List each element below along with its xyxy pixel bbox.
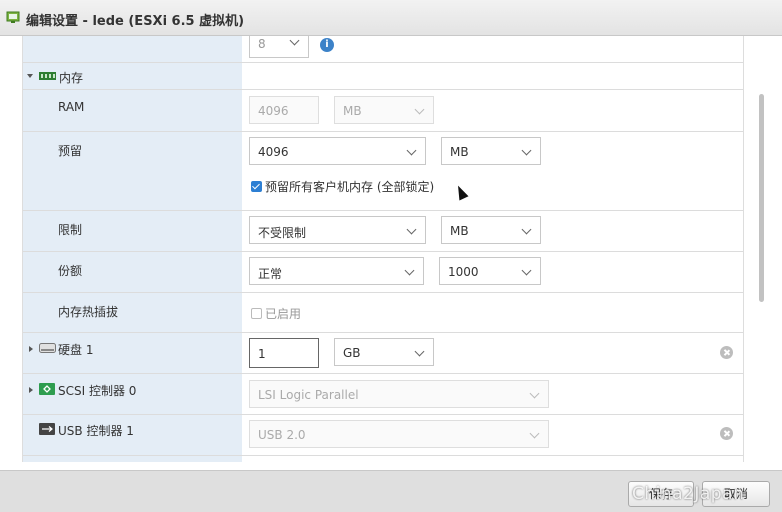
dialog-titlebar: 编辑设置 - lede (ESXi 6.5 虚拟机)	[0, 0, 782, 36]
chevron-down-icon	[406, 224, 417, 235]
ram-input[interactable]: 4096	[249, 96, 319, 124]
usb-type-select[interactable]: USB 2.0	[249, 420, 549, 448]
usb-controller-icon	[39, 423, 55, 435]
reservation-select[interactable]: 4096	[249, 137, 426, 165]
usb-label: USB 控制器 1	[58, 424, 134, 438]
scrollbar-thumb[interactable]	[759, 94, 764, 302]
reservation-row: 预留 4096 MB 预留所有客户机内存 (全部锁定)	[23, 132, 743, 211]
shares-label: 份额	[58, 264, 83, 278]
chevron-down-icon	[529, 428, 540, 439]
shares-amount-select[interactable]: 1000	[439, 257, 541, 285]
hot-plug-row: 内存热插拔 已启用	[23, 293, 743, 333]
top-partial-select[interactable]: 8	[249, 36, 309, 58]
hot-plug-checkbox-label: 已启用	[265, 307, 302, 321]
memory-section-label: 内存	[59, 71, 84, 85]
limit-unit-select[interactable]: MB	[441, 216, 541, 244]
remove-usb-icon[interactable]	[720, 427, 733, 440]
limit-row: 限制 不受限制 MB	[23, 211, 743, 252]
disk-size-input[interactable]: 1	[249, 338, 319, 368]
chevron-down-icon	[289, 36, 300, 46]
expand-down-icon[interactable]	[27, 74, 33, 78]
chevron-down-icon	[414, 346, 425, 357]
hot-plug-checkbox[interactable]	[251, 308, 262, 319]
hard-disk-row[interactable]: 硬盘 1 1 GB	[23, 333, 743, 374]
scsi-label: SCSI 控制器 0	[58, 384, 137, 398]
shares-row: 份额 正常 1000	[23, 252, 743, 293]
chevron-down-icon	[406, 145, 417, 156]
info-icon[interactable]: i	[320, 38, 334, 52]
chevron-down-icon	[404, 265, 415, 276]
chevron-down-icon	[521, 145, 532, 156]
lock-memory-label: 预留所有客户机内存 (全部锁定)	[265, 180, 435, 194]
chevron-down-icon	[529, 388, 540, 399]
ram-unit-select[interactable]: MB	[334, 96, 434, 124]
hard-disk-icon	[39, 343, 56, 353]
hot-plug-label: 内存热插拔	[58, 305, 119, 319]
scsi-type-select[interactable]: LSI Logic Parallel	[249, 380, 549, 408]
scsi-controller-icon	[39, 383, 55, 395]
edit-settings-dialog: 编辑设置 - lede (ESXi 6.5 虚拟机) 8 i 内存 RAM 40…	[0, 0, 782, 512]
hard-disk-label: 硬盘 1	[58, 343, 94, 357]
settings-panel[interactable]: 8 i 内存 RAM 4096 MB 预留 4096 MB 预留所有客户机内存 …	[22, 36, 744, 462]
expand-right-icon[interactable]	[29, 346, 33, 352]
chevron-down-icon	[521, 224, 532, 235]
memory-section-header[interactable]: 内存	[23, 63, 743, 90]
chevron-down-icon	[414, 104, 425, 115]
shares-select[interactable]: 正常	[249, 257, 424, 285]
chevron-down-icon	[521, 265, 532, 276]
ram-row: RAM 4096 MB	[23, 90, 743, 132]
watermark-text: China2Japan	[632, 484, 745, 504]
lock-memory-checkbox[interactable]	[251, 181, 262, 192]
usb-row[interactable]: USB 控制器 1 USB 2.0	[23, 415, 743, 456]
reservation-label: 预留	[58, 144, 83, 158]
remove-disk-icon[interactable]	[720, 346, 733, 359]
top-partial-row: 8 i	[23, 36, 743, 63]
memory-icon	[39, 72, 56, 80]
reservation-unit-select[interactable]: MB	[441, 137, 541, 165]
vm-icon	[6, 11, 20, 23]
limit-label: 限制	[58, 223, 83, 237]
limit-select[interactable]: 不受限制	[249, 216, 426, 244]
ram-label: RAM	[58, 100, 85, 114]
vertical-scrollbar[interactable]	[756, 44, 766, 462]
scsi-row[interactable]: SCSI 控制器 0 LSI Logic Parallel	[23, 374, 743, 415]
disk-unit-select[interactable]: GB	[334, 338, 434, 366]
expand-right-icon[interactable]	[29, 387, 33, 393]
dialog-title: 编辑设置 - lede (ESXi 6.5 虚拟机)	[26, 14, 245, 29]
